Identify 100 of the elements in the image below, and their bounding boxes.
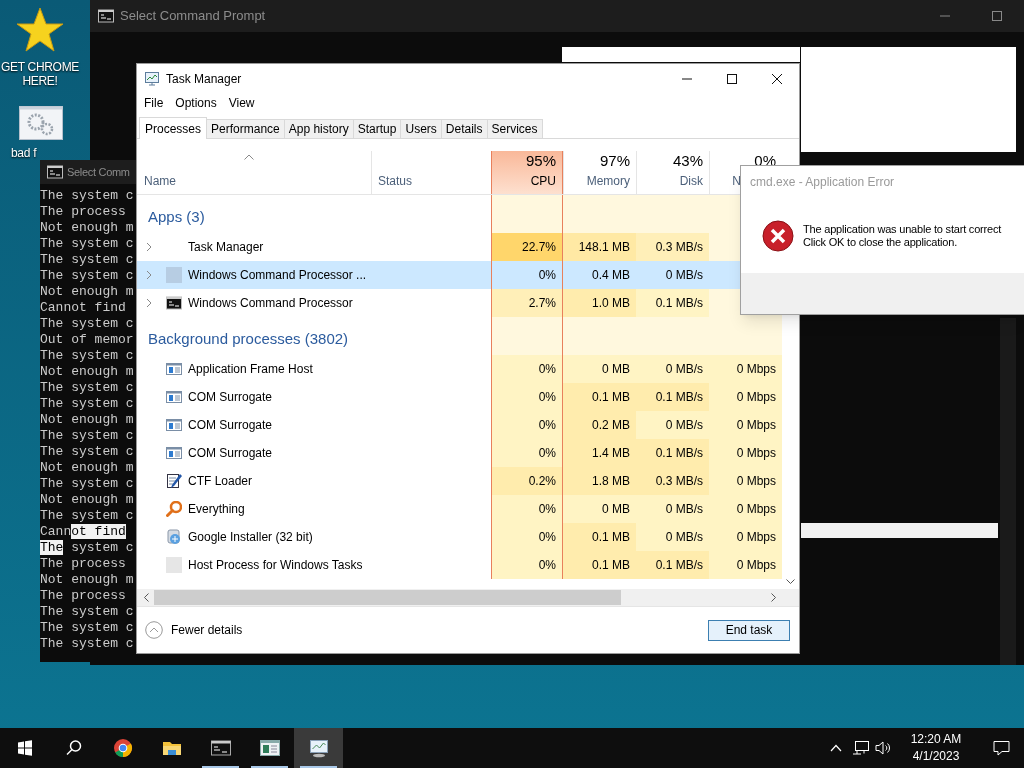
chevron-icon[interactable] bbox=[146, 298, 152, 308]
table-cell: 0.1 MB/s bbox=[636, 439, 709, 467]
process-name: Task Manager bbox=[188, 239, 264, 256]
console-line: Out of memor bbox=[40, 332, 134, 348]
scroll-down-icon[interactable] bbox=[786, 579, 795, 585]
fewer-details-button[interactable]: Fewer details bbox=[145, 621, 243, 639]
column-header[interactable]: Status bbox=[378, 172, 413, 190]
tab[interactable]: Services bbox=[487, 119, 543, 139]
column-header[interactable]: 97% Memory bbox=[563, 151, 636, 194]
console-line: Not enough m bbox=[40, 572, 134, 588]
chevron-up-icon[interactable] bbox=[830, 744, 842, 752]
process-name: Google Installer (32 bit) bbox=[188, 529, 313, 546]
process-name: COM Surrogate bbox=[188, 389, 273, 406]
console-line: The system c bbox=[40, 508, 134, 524]
tab[interactable]: App history bbox=[284, 119, 354, 139]
window-icon bbox=[166, 361, 182, 377]
console-line: The system c bbox=[40, 428, 134, 444]
table-cell: 0 Mbps bbox=[709, 467, 782, 495]
menu-item[interactable]: Options bbox=[169, 94, 223, 112]
icon-label[interactable]: GET CHROME HERE! bbox=[0, 60, 83, 88]
monitor-icon bbox=[308, 738, 329, 758]
table-cell: 0 Mbps bbox=[709, 439, 782, 467]
group-header[interactable]: Apps (3) bbox=[148, 205, 205, 229]
tab[interactable]: Performance bbox=[207, 119, 285, 139]
menu-item[interactable]: File bbox=[138, 94, 170, 112]
app-icon bbox=[166, 267, 182, 283]
table-cell: 0 Mbps bbox=[709, 495, 782, 523]
taskbar-button[interactable] bbox=[294, 728, 343, 768]
error-message: The application was unable to start correct Click OK to close the application. bbox=[803, 222, 1002, 249]
network-icon[interactable] bbox=[852, 740, 870, 756]
table-cell-text: 0.4 MB bbox=[591, 267, 631, 284]
console-line: Not enough m bbox=[40, 220, 134, 236]
group-header[interactable]: Background processes (3802) bbox=[148, 327, 349, 351]
monitor-icon bbox=[144, 70, 160, 87]
volume-icon[interactable] bbox=[875, 740, 892, 756]
console-line: The system c bbox=[40, 444, 134, 460]
table-cell: 0 MB/s bbox=[636, 355, 709, 383]
tab[interactable]: Users bbox=[401, 119, 442, 139]
tab[interactable]: Details bbox=[441, 119, 488, 139]
console-line: The process bbox=[40, 588, 126, 604]
window-title: Select Comm bbox=[67, 164, 130, 180]
table-cell: 22.7% bbox=[491, 233, 563, 261]
end-task-button[interactable]: End task bbox=[708, 619, 790, 641]
message-icon bbox=[992, 740, 1010, 756]
table-cell: 0.1 MB bbox=[563, 551, 636, 579]
icon-label[interactable]: bad f bbox=[11, 146, 37, 160]
process-name: COM Surrogate bbox=[188, 417, 273, 434]
process-name: Windows Command Processor bbox=[188, 295, 353, 312]
window-icon bbox=[166, 417, 182, 433]
table-cell: 0% bbox=[491, 355, 563, 383]
console-line: The system c bbox=[40, 476, 134, 492]
dialog-title: cmd.exe - Application Error bbox=[749, 174, 896, 191]
installer-icon bbox=[166, 529, 182, 545]
console-line: The system c bbox=[40, 316, 134, 332]
column-header[interactable]: 95% CPU bbox=[491, 151, 563, 194]
process-name: Windows Command Processor ... bbox=[188, 267, 367, 284]
window-icon bbox=[166, 389, 182, 405]
chevron-icon[interactable] bbox=[146, 242, 152, 252]
console-icon bbox=[47, 164, 63, 180]
table-cell: 0.3 MB/s bbox=[636, 233, 709, 261]
tab[interactable]: Processes bbox=[139, 117, 208, 139]
column-header[interactable]: 43% Disk bbox=[636, 151, 709, 194]
star-icon[interactable] bbox=[16, 6, 64, 54]
horizontal-scrollbar[interactable] bbox=[137, 589, 799, 606]
close-icon bbox=[771, 73, 782, 84]
table-cell: 0.3 MB/s bbox=[636, 467, 709, 495]
table-cell: 0 MB bbox=[563, 355, 636, 383]
console-line: Not enough m bbox=[40, 284, 134, 300]
window-icon bbox=[166, 445, 182, 461]
table-cell-text: 0 MB/s bbox=[664, 267, 704, 284]
console-icon bbox=[166, 295, 182, 311]
scroll-thumb[interactable] bbox=[154, 590, 621, 605]
magnifier-icon bbox=[166, 501, 182, 517]
console-line: Cannot find bbox=[40, 524, 126, 540]
scroll-right-icon[interactable] bbox=[771, 593, 777, 602]
console-icon bbox=[98, 8, 114, 24]
tab[interactable]: Startup bbox=[353, 119, 402, 139]
process-name: Application Frame Host bbox=[188, 361, 313, 378]
table-cell: 0% bbox=[491, 551, 563, 579]
chevron-icon[interactable] bbox=[146, 270, 152, 280]
console-line: The system c bbox=[40, 620, 134, 636]
table-cell: 0 MB/s bbox=[636, 411, 709, 439]
table-cell: 0.1 MB/s bbox=[636, 289, 709, 317]
process-name: Everything bbox=[188, 501, 245, 518]
table-cell bbox=[491, 317, 563, 355]
table-cell: 0 Mbps bbox=[709, 551, 782, 579]
window-title: Select Command Prompt bbox=[120, 7, 266, 26]
menu-item[interactable]: View bbox=[222, 94, 261, 112]
table-cell: 0.1 MB/s bbox=[636, 551, 709, 579]
console-line: Not enough m bbox=[40, 412, 134, 428]
console-line: The system c bbox=[40, 236, 134, 252]
table-cell: 0 Mbps bbox=[709, 355, 782, 383]
table-cell: 1.4 MB bbox=[563, 439, 636, 467]
scroll-left-icon[interactable] bbox=[143, 593, 149, 602]
table-cell: 0 Mbps bbox=[709, 383, 782, 411]
maximize-icon bbox=[726, 73, 737, 84]
table-cell: 1.0 MB bbox=[563, 289, 636, 317]
table-cell: 0% bbox=[491, 495, 563, 523]
clock[interactable]: 12:20 AM 4/1/2023 bbox=[904, 731, 968, 765]
column-header[interactable]: Name bbox=[144, 172, 176, 190]
